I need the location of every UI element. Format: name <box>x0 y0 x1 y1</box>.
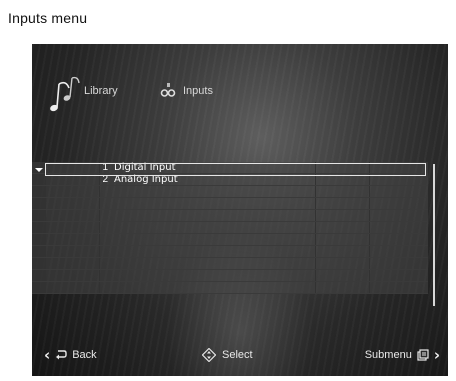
row-cell <box>46 270 100 281</box>
row-cell <box>100 198 316 209</box>
empty-row <box>32 258 428 270</box>
list-scrollbar[interactable] <box>433 164 435 306</box>
row-cell <box>370 186 428 197</box>
empty-row <box>32 210 428 222</box>
row-cell <box>100 222 316 233</box>
submenu-icon <box>417 349 429 361</box>
row-cell <box>316 210 370 221</box>
row-cell <box>100 210 316 221</box>
inputs-list: 1 Digital Input 2 Analog Input <box>32 162 428 308</box>
row-cell <box>316 222 370 233</box>
footer-bar: ‹ Back Select Submenu › <box>32 346 448 364</box>
row-cell <box>100 270 316 281</box>
row-cell <box>100 282 316 293</box>
tab-library[interactable]: Library <box>84 85 118 97</box>
row-cell <box>370 234 428 245</box>
row-marker-cell <box>32 282 46 293</box>
row-marker-cell <box>32 210 46 221</box>
row-cell <box>100 246 316 257</box>
list-rows: 1 Digital Input 2 Analog Input <box>32 162 428 294</box>
row-marker-cell <box>32 174 46 185</box>
row-cell <box>46 258 100 269</box>
row-cell <box>370 270 428 281</box>
page: Inputs menu Library Inputs 1 Digital Inp… <box>0 0 456 381</box>
tab-inputs[interactable]: Inputs <box>183 85 213 97</box>
row-cell <box>370 222 428 233</box>
row-cell <box>46 234 100 245</box>
row-cell <box>316 282 370 293</box>
row-cell <box>100 258 316 269</box>
row-cell <box>316 246 370 257</box>
menu-header: Library Inputs <box>48 74 348 114</box>
row-cell <box>370 198 428 209</box>
row-cell <box>370 282 428 293</box>
navigation-pad-icon <box>202 348 216 362</box>
chevron-right-icon: › <box>433 346 440 364</box>
row-cell <box>370 258 428 269</box>
row-cell <box>46 186 100 197</box>
empty-row <box>32 186 428 198</box>
row-cell <box>370 246 428 257</box>
music-note-icon <box>48 74 82 114</box>
submenu-button[interactable]: Submenu › <box>365 346 440 364</box>
submenu-label: Submenu <box>364 349 412 361</box>
row-cell <box>316 270 370 281</box>
row-cell <box>100 186 316 197</box>
empty-row <box>32 246 428 258</box>
back-label: Back <box>72 349 97 361</box>
row-cell <box>46 246 100 257</box>
chevron-left-icon: ‹ <box>44 346 51 364</box>
row-marker-cell <box>32 222 46 233</box>
select-button[interactable]: Select <box>202 346 253 364</box>
row-cell <box>46 282 100 293</box>
back-button[interactable]: ‹ Back <box>44 346 97 364</box>
row-cell <box>100 234 316 245</box>
row-marker-cell <box>32 234 46 245</box>
empty-row <box>32 270 428 282</box>
tv-screen: Library Inputs 1 Digital Input 2 Analog … <box>32 44 448 376</box>
select-label: Select <box>222 349 253 361</box>
inputs-icon <box>160 82 176 98</box>
row-cell <box>316 234 370 245</box>
row-cell <box>316 258 370 269</box>
row-cell <box>316 186 370 197</box>
row-marker-cell <box>32 198 46 209</box>
selected-row-arrow-icon <box>35 168 43 172</box>
row-cell <box>316 198 370 209</box>
row-marker-cell <box>32 246 46 257</box>
selection-highlight <box>45 163 426 176</box>
row-cell <box>370 210 428 221</box>
row-cell <box>46 222 100 233</box>
figure-caption: Inputs menu <box>8 10 88 26</box>
empty-row <box>32 222 428 234</box>
row-cell <box>46 198 100 209</box>
return-arrow-icon <box>55 349 67 361</box>
row-marker-cell <box>32 270 46 281</box>
row-marker-cell <box>32 186 46 197</box>
row-cell <box>46 210 100 221</box>
empty-row <box>32 282 428 294</box>
empty-row <box>32 234 428 246</box>
empty-row <box>32 198 428 210</box>
row-marker-cell <box>32 258 46 269</box>
